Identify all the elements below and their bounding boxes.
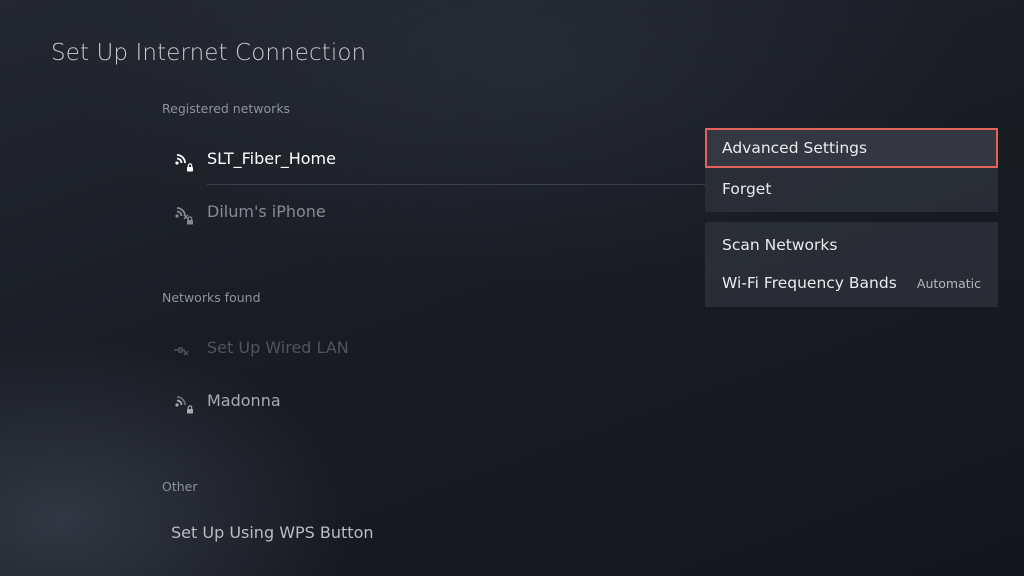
- networks-found-heading: Networks found: [162, 290, 261, 305]
- wps-button-setup[interactable]: Set Up Using WPS Button: [171, 523, 374, 542]
- wifi-locked-icon: [170, 386, 198, 414]
- menu-item-label: Advanced Settings: [722, 139, 868, 157]
- menu-item-label: Forget: [722, 180, 772, 198]
- network-name: Madonna: [207, 390, 281, 410]
- network-name: Set Up Wired LAN: [207, 337, 349, 357]
- page-title: Set Up Internet Connection: [51, 40, 367, 66]
- wifi-locked-icon: [170, 144, 198, 172]
- wifi-frequency-bands-menu-item[interactable]: Wi-Fi Frequency Bands Automatic: [705, 263, 998, 303]
- forget-menu-item[interactable]: Forget: [705, 169, 998, 209]
- scan-networks-menu-item[interactable]: Scan Networks: [705, 225, 998, 265]
- wifi-disconnected-locked-icon: [170, 197, 198, 225]
- advanced-settings-menu-item[interactable]: Advanced Settings: [705, 128, 998, 168]
- ethernet-disconnected-icon: [170, 333, 198, 361]
- network-row-slt-fiber-home[interactable]: SLT_Fiber_Home: [170, 138, 705, 178]
- network-name: Dilum's iPhone: [207, 201, 326, 221]
- other-heading: Other: [162, 479, 198, 494]
- row-divider: [207, 184, 705, 185]
- menu-item-label: Wi-Fi Frequency Bands: [722, 274, 897, 292]
- network-row-dilums-iphone[interactable]: Dilum's iPhone: [170, 191, 705, 231]
- frequency-band-value: Automatic: [916, 275, 981, 291]
- network-name: SLT_Fiber_Home: [207, 148, 336, 168]
- menu-item-label: Scan Networks: [722, 236, 838, 254]
- options-menu-group-secondary: Scan Networks Wi-Fi Frequency Bands Auto…: [705, 222, 998, 307]
- network-row-madonna[interactable]: Madonna: [170, 380, 705, 420]
- options-menu-group-primary: Advanced Settings Forget: [705, 128, 998, 212]
- network-row-wired-lan[interactable]: Set Up Wired LAN: [170, 327, 705, 367]
- registered-networks-heading: Registered networks: [162, 101, 291, 116]
